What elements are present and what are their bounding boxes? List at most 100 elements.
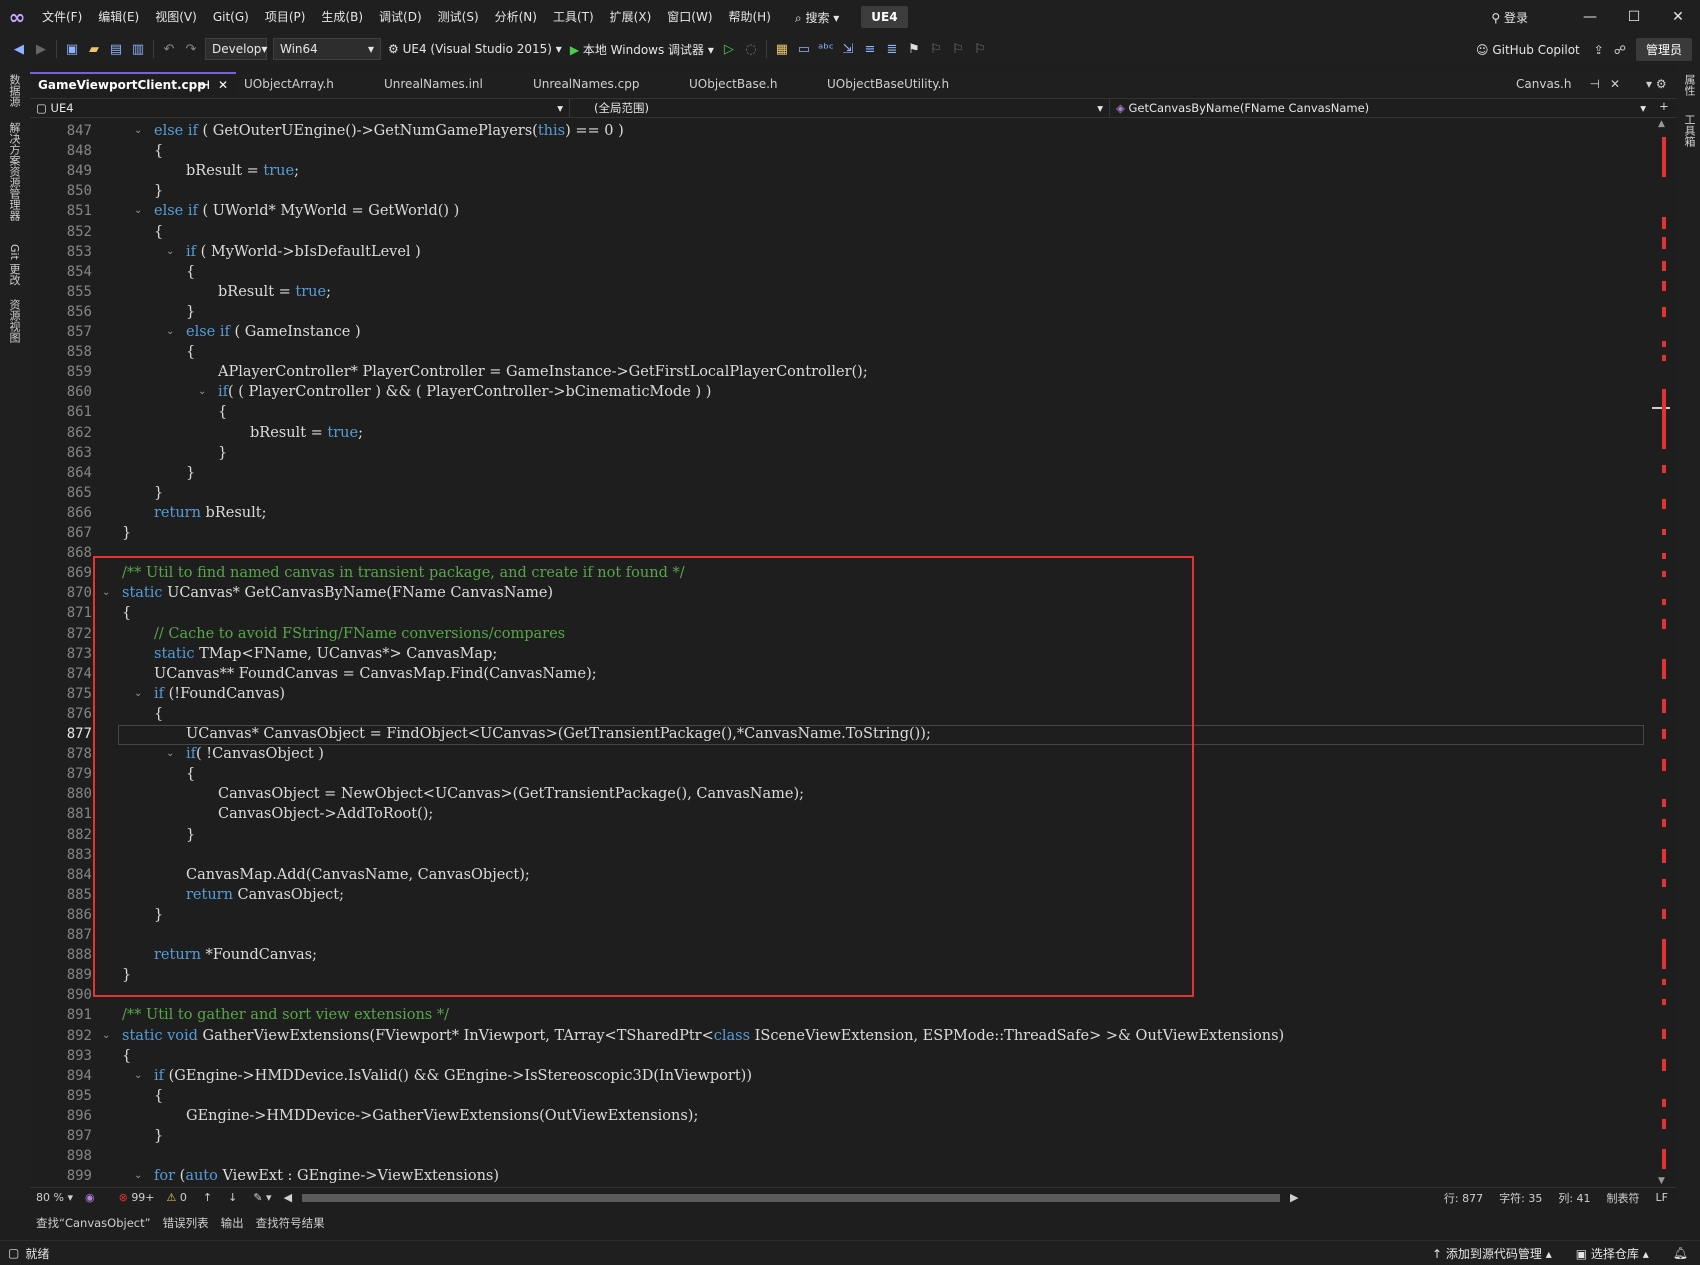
hot-reload-icon[interactable]: ◌ [740,38,762,60]
tab-uobjectbaseutility[interactable]: UObjectBaseUtility.h [819,72,989,96]
menu-item[interactable]: 调试(D) [371,0,430,34]
tab-unrealnames-cpp[interactable]: UnrealNames.cpp [525,72,681,96]
redo-icon[interactable]: ↷ [180,38,202,60]
menu-item[interactable]: 测试(S) [430,0,487,34]
tab-canvas-h[interactable]: Canvas.h ⊣ ✕ [1508,72,1638,96]
new-project-icon[interactable]: ▣ [61,38,83,60]
errors-indicator[interactable]: ⊗ 99+ [101,1191,159,1204]
menu-item[interactable]: 窗口(W) [659,0,720,34]
tab-uobjectbase[interactable]: UObjectBase.h [681,72,819,96]
next-bookmark-icon[interactable]: ⚐ [947,38,969,60]
pin-icon[interactable]: ⊣ [1590,72,1600,96]
scroll-down-icon[interactable]: ▼ [1658,1176,1665,1186]
fold-toggle-icon[interactable]: ⌄ [102,1030,110,1041]
menu-item[interactable]: 帮助(H) [721,0,779,34]
start-without-debug-icon[interactable]: ▷ [718,38,740,60]
vertical-scrollbar[interactable]: ▲ ▼ [1652,119,1676,1186]
tab-output[interactable]: 输出 [215,1215,250,1231]
col-indicator[interactable]: 列: 41 [1550,1190,1598,1206]
menu-item[interactable]: 分析(N) [487,0,545,34]
menu-item[interactable]: 扩展(X) [602,0,660,34]
rail-tab-properties[interactable]: 属性 [1681,74,1697,96]
comment-icon[interactable]: ≡ [859,38,881,60]
menu-item[interactable]: 工具(T) [545,0,602,34]
tab-error-list[interactable]: 错误列表 [157,1215,215,1231]
layout-icon[interactable]: ▭ [793,38,815,60]
tab-find-symbol-results[interactable]: 查找符号结果 [250,1215,331,1231]
uncomment-icon[interactable]: ≣ [881,38,903,60]
rail-tab-data-sources[interactable]: 数据源 [6,74,22,107]
project-dropdown[interactable]: ▢ UE4 ▾ [30,99,570,117]
back-icon[interactable]: ◀ [8,38,30,60]
scroll-right-icon[interactable]: ▶ [1286,1191,1302,1204]
tab-find-results[interactable]: 查找“CanvasObject” [30,1215,157,1231]
zoom-dropdown[interactable]: 80 % ▾ [30,1191,79,1204]
close-tab-icon[interactable]: ✕ [218,74,228,96]
clear-bookmarks-icon[interactable]: ⚐ [969,38,991,60]
copilot-button[interactable]: ☺ GitHub Copilot [1476,43,1580,57]
tab-unrealnames-inl[interactable]: UnrealNames.inl [376,72,525,96]
rail-tab-solution-explorer[interactable]: 解决方案资源管理器 [6,122,22,221]
bookmark-icon[interactable]: ⚑ [903,38,925,60]
line-indicator[interactable]: 行: 877 [1436,1190,1491,1206]
login-button[interactable]: ⚲ 登录 [1491,9,1528,26]
rail-tab-toolbox[interactable]: 工具箱 [1681,114,1697,147]
pin-icon[interactable]: ⊣ [199,74,210,96]
platform-dropdown[interactable]: Win64 ▾ [273,38,381,60]
char-indicator[interactable]: 字符: 35 [1491,1190,1550,1206]
menu-item[interactable]: 项目(P) [257,0,314,34]
share-icon[interactable]: ⇪ [1594,43,1604,57]
fold-toggle-icon[interactable]: ⌄ [166,326,174,337]
fold-toggle-icon[interactable]: ⌄ [134,1070,142,1081]
menu-item[interactable]: Git(G) [205,0,257,34]
split-editor-icon[interactable]: + [1652,99,1676,117]
intellisense-icon[interactable]: ◉ [79,1191,101,1204]
tab-mode-indicator[interactable]: 制表符 [1599,1190,1648,1206]
scope-dropdown[interactable]: (全局范围) ▾ [570,99,1110,117]
scroll-left-icon[interactable]: ◀ [280,1191,296,1204]
prev-issue-icon[interactable]: ↑ [195,1191,220,1204]
next-issue-icon[interactable]: ↓ [220,1191,245,1204]
fold-toggle-icon[interactable]: ⌄ [134,1170,142,1181]
menu-item[interactable]: 文件(F) [34,0,90,34]
prev-bookmark-icon[interactable]: ⚐ [925,38,947,60]
add-source-control-button[interactable]: ↑ 添加到源代码管理 ▴ [1420,1245,1564,1262]
member-dropdown[interactable]: ◈ GetCanvasByName(FName CanvasName) ▾ [1110,99,1652,117]
fold-toggle-icon[interactable]: ⌄ [166,246,174,257]
rail-tab-git-changes[interactable]: Git 更改 [6,244,22,285]
browse-icon[interactable]: ▦ [771,38,793,60]
minimize-icon[interactable]: — [1568,9,1612,25]
start-debugger-button[interactable]: ▶ 本地 Windows 调试器 ▾ [570,41,714,58]
output-icon[interactable]: ▢ [0,1246,25,1260]
open-folder-icon[interactable]: ▰ [83,38,105,60]
cleanup-icon[interactable]: ✎ ▾ [245,1191,279,1204]
save-all-icon[interactable]: ▥ [127,38,149,60]
tab-gameviewportclient[interactable]: GameViewportClient.cpp ⊣ ✕ [30,72,236,96]
horizontal-scrollbar[interactable] [302,1193,1281,1202]
feedback-icon[interactable]: ☍ [1614,43,1626,57]
close-window-icon[interactable]: ✕ [1656,9,1700,25]
menu-item[interactable]: 视图(V) [147,0,205,34]
notifications-icon[interactable]: 🔔︎ [1661,1246,1700,1260]
rail-tab-resource-view[interactable]: 资源视图 [6,299,22,343]
visual-studio-logo-icon[interactable]: ∞ [0,0,34,34]
select-repo-button[interactable]: ▣ 选择仓库 ▴ [1564,1245,1661,1262]
warnings-indicator[interactable]: ⚠ 0 [159,1191,195,1204]
scroll-up-icon[interactable]: ▲ [1658,119,1665,129]
menu-item[interactable]: 生成(B) [313,0,371,34]
configuration-dropdown[interactable]: Develop ▾ [205,38,267,60]
step-icon[interactable]: ⇲ [837,38,859,60]
save-icon[interactable]: ▤ [105,38,127,60]
tab-overflow-menu[interactable]: ▾ ⚙ [1638,72,1676,96]
fold-toggle-icon[interactable]: ⌄ [134,125,142,136]
eol-indicator[interactable]: LF [1648,1191,1676,1204]
maximize-icon[interactable]: ☐ [1612,9,1656,25]
tab-uobjectarray[interactable]: UObjectArray.h [236,72,376,96]
fold-toggle-icon[interactable]: ⌄ [134,205,142,216]
search-box[interactable]: ⌕ 搜索 ▾ [787,9,847,26]
close-tab-icon[interactable]: ✕ [1610,72,1620,96]
undo-icon[interactable]: ↶ [158,38,180,60]
startup-project-dropdown[interactable]: ⚙ UE4 (Visual Studio 2015) ▾ [388,42,562,56]
forward-icon[interactable]: ▶ [30,38,52,60]
menu-item[interactable]: 编辑(E) [90,0,147,34]
